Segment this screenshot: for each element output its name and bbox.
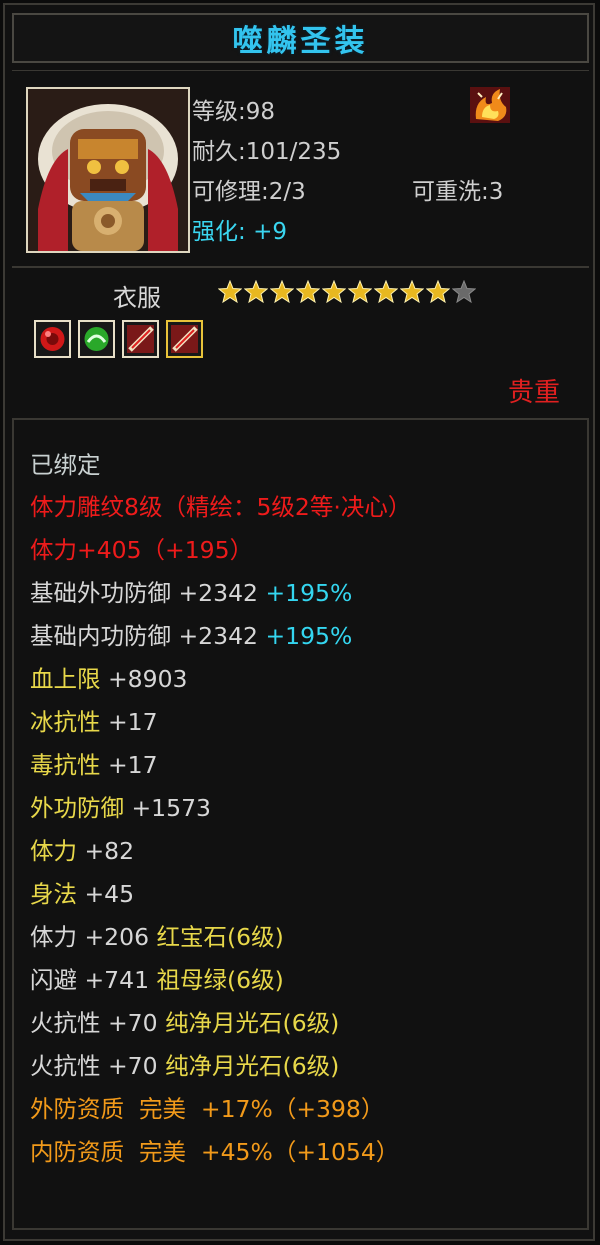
gem-bonus-line-3: 火抗性 +70 纯净月光石(6级) [30,1009,340,1037]
enhance-label: 强化: [192,219,246,245]
gem-bonus-line-4: 火抗性 +70 纯净月光石(6级) [30,1052,340,1080]
item-portrait [26,87,190,253]
item-level: 等级:98 [192,99,276,125]
gem-socket-1[interactable] [34,320,71,358]
star-filled-icon [270,280,294,304]
item-rarity: 贵重 [507,378,560,408]
item-slot: 衣服 [113,284,161,312]
agi-line: 身法 +45 [30,880,135,908]
star-filled-icon [244,280,268,304]
star-filled-icon [374,280,398,304]
bound-status: 已绑定 [30,451,101,479]
item-repair-count: 可修理:2/3 [192,179,306,205]
star-filled-icon [400,280,424,304]
mag-qual-line: 内防资质 完美 +45%（+1054） [30,1138,400,1166]
hp-max-line: 血上限 +8903 [30,665,188,693]
star-filled-icon [322,280,346,304]
gem-socket-2[interactable] [78,320,115,358]
star-rating [218,280,476,304]
star-empty-icon [452,280,476,304]
item-durability: 耐久:101/235 [192,139,342,165]
phys-def-line: 外功防御 +1573 [30,794,211,822]
gem-bonus-line-1: 体力 +206 红宝石(6级) [30,923,284,951]
armor-icon [28,89,188,251]
moonstone-gem-icon [127,325,154,353]
mag-def-base-line: 基础内功防御 +2342 +195% [30,622,353,650]
flame-buff-icon [468,85,512,125]
item-rewash-count: 可重洗:3 [412,179,504,205]
star-filled-icon [296,280,320,304]
red-gem-icon [40,327,65,351]
moonstone-gem-icon [171,325,198,353]
green-gem-icon [84,327,109,351]
gem-sockets [34,320,203,358]
ice-res-line: 冰抗性 +17 [30,708,158,736]
phys-def-base-line: 基础外功防御 +2342 +195% [30,579,353,607]
item-info-panel: 等级:98 耐久:101/235 可修理:2/3 可重洗:3 强化: +9 [12,70,589,267]
item-name: 噬麟圣装 [232,24,369,59]
star-filled-icon [218,280,242,304]
item-enhance: 强化: +9 [192,212,287,246]
phys-qual-line: 外防资质 完美 +17%（+398） [30,1095,385,1123]
enhance-value: +9 [253,219,287,245]
gem-socket-4[interactable] [166,320,203,358]
engrave-line: 体力雕纹8级（精绘：5级2等·决心） [30,493,412,521]
divider-top [12,266,589,268]
attribute-panel: 已绑定 体力雕纹8级（精绘：5级2等·决心） 体力+405（+195） 基础外功… [12,418,589,1230]
vit-line: 体力 +82 [30,837,135,865]
poison-res-line: 毒抗性 +17 [30,751,158,779]
star-filled-icon [426,280,450,304]
star-filled-icon [348,280,372,304]
item-title-bar: 噬麟圣装 [12,13,589,63]
gem-bonus-line-2: 闪避 +741 祖母绿(6级) [30,966,284,994]
vit-main-line: 体力+405（+195） [30,536,254,564]
gem-socket-3[interactable] [122,320,159,358]
